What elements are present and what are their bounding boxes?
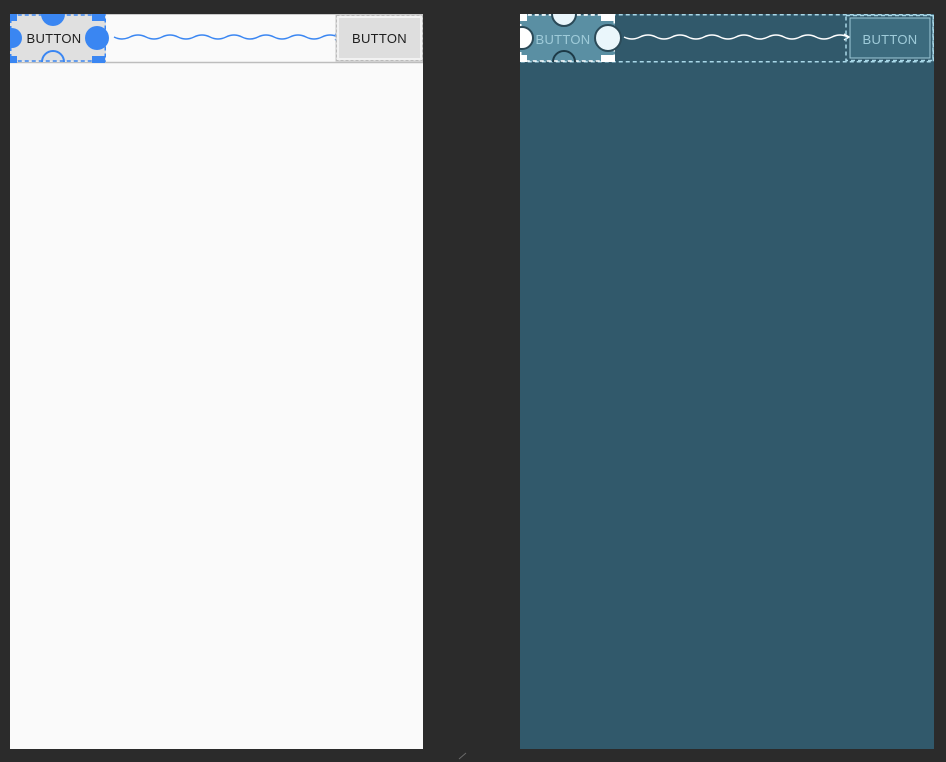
resize-handle-top-right[interactable] bbox=[92, 14, 105, 21]
resize-handle-bottom-right[interactable] bbox=[92, 56, 105, 63]
resize-handle-bottom-left[interactable] bbox=[10, 56, 17, 63]
bp-resize-handle-bottom-right[interactable] bbox=[601, 55, 615, 62]
design-view-overlay bbox=[10, 14, 423, 64]
bp-resize-handle-top-right[interactable] bbox=[601, 14, 615, 21]
design-button-right[interactable] bbox=[335, 14, 423, 62]
blueprint-view-overlay bbox=[520, 14, 934, 63]
anchor-right-icon[interactable] bbox=[85, 26, 109, 50]
bp-chain-constraint-icon[interactable] bbox=[623, 34, 849, 40]
blueprint-button-right[interactable] bbox=[845, 14, 934, 62]
chain-constraint-icon[interactable] bbox=[113, 34, 339, 40]
bp-resize-handle-bottom-left[interactable] bbox=[520, 55, 527, 62]
bp-anchor-right-icon[interactable] bbox=[594, 24, 622, 52]
resize-grip-icon[interactable] bbox=[458, 752, 468, 760]
layout-editor-canvas: BUTTON BUTTON BUTTON BUTTON bbox=[0, 0, 946, 762]
bp-resize-handle-top-left[interactable] bbox=[520, 14, 527, 21]
resize-handle-top-left[interactable] bbox=[10, 14, 17, 21]
bp-anchor-left-icon[interactable] bbox=[520, 26, 534, 50]
